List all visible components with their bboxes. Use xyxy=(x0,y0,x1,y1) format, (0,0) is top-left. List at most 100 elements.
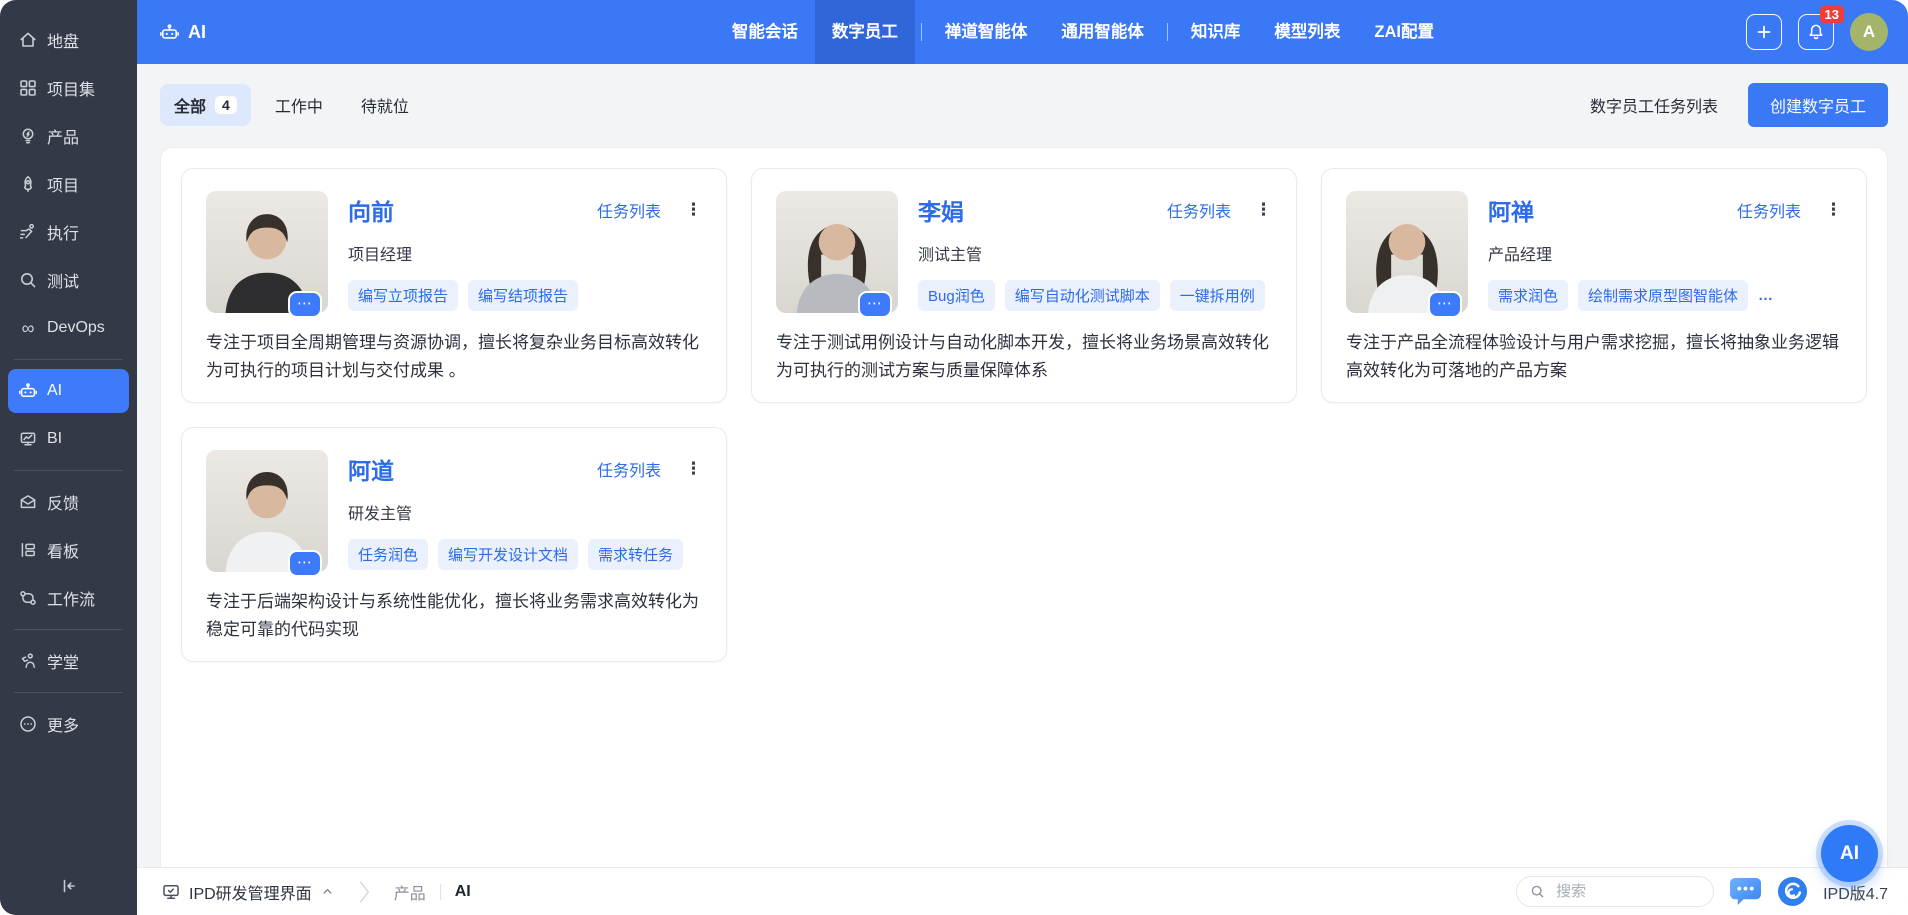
task-list-link[interactable]: 任务列表 xyxy=(597,198,661,222)
tab-knowledge-base[interactable]: 知识库 xyxy=(1174,0,1258,64)
skill-tag[interactable]: 编写结项报告 xyxy=(468,280,578,311)
sidebar-item-workflow[interactable]: 工作流 xyxy=(8,576,129,620)
ellipsis-circle-icon xyxy=(18,714,38,734)
task-list-link[interactable]: 任务列表 xyxy=(1167,198,1231,222)
workspace-switcher[interactable]: IPD研发管理界面 xyxy=(161,880,335,904)
scholar-icon xyxy=(18,651,38,671)
tab-digital-employee[interactable]: 数字员工 xyxy=(815,0,915,64)
breadcrumb-product[interactable]: 产品 xyxy=(394,880,426,904)
employee-avatar: ⋯ xyxy=(1346,191,1468,313)
filter-tab-working[interactable]: 工作中 xyxy=(261,84,337,126)
search-icon xyxy=(1529,883,1546,900)
nav-divider xyxy=(1167,23,1168,41)
task-list-link[interactable]: 任务列表 xyxy=(1737,198,1801,222)
filter-tab-all[interactable]: 全部 4 xyxy=(160,84,251,126)
skill-tag[interactable]: 任务润色 xyxy=(348,539,428,570)
skill-tag[interactable]: 编写立项报告 xyxy=(348,280,458,311)
sidebar-item-program[interactable]: 项目集 xyxy=(8,66,129,110)
skill-tag[interactable]: 需求润色 xyxy=(1488,280,1568,311)
employee-card: ⋯ 阿禅 任务列表 ⋮ 产品经理 需求润色 绘制需求原型图智能体 xyxy=(1321,168,1867,403)
chart-board-icon xyxy=(18,429,38,449)
filter-count-badge: 4 xyxy=(215,96,237,114)
notifications-button[interactable]: 13 xyxy=(1798,14,1834,50)
more-actions-icon[interactable]: ⋮ xyxy=(685,459,702,479)
employee-task-list-link[interactable]: 数字员工任务列表 xyxy=(1590,93,1718,117)
sidebar-item-bi[interactable]: BI xyxy=(8,417,129,461)
employee-avatar: ⋯ xyxy=(206,450,328,572)
sidebar-item-academy[interactable]: 学堂 xyxy=(8,639,129,683)
bell-icon xyxy=(1806,22,1826,42)
sidebar-divider xyxy=(14,692,123,693)
sidebar-divider xyxy=(14,470,123,471)
sidebar-item-ai[interactable]: AI xyxy=(8,369,129,413)
version-label: IPD版4.7 xyxy=(1823,880,1888,904)
top-nav: 智能会话 数字员工 禅道智能体 通用智能体 知识库 模型列表 ZAI配置 xyxy=(715,0,1451,64)
add-button[interactable] xyxy=(1746,14,1782,50)
tab-general-agent[interactable]: 通用智能体 xyxy=(1044,0,1161,64)
monitor-icon xyxy=(161,882,181,902)
user-avatar[interactable]: A xyxy=(1850,13,1888,51)
sidebar-item-testing[interactable]: 测试 xyxy=(8,258,129,302)
robot-icon xyxy=(159,22,180,43)
content-panel: ⋯ 向前 任务列表 ⋮ 项目经理 编写立项报告 编写结项报告 xyxy=(160,147,1888,867)
more-actions-icon[interactable]: ⋮ xyxy=(685,200,702,220)
employee-avatar: ⋯ xyxy=(776,191,898,313)
skill-tag[interactable]: 需求转任务 xyxy=(588,539,683,570)
sidebar-item-more[interactable]: 更多 xyxy=(8,702,129,746)
create-employee-button[interactable]: 创建数字员工 xyxy=(1748,83,1888,127)
sidebar-item-product[interactable]: 产品 xyxy=(8,114,129,158)
chat-bubble-icon[interactable]: ⋯ xyxy=(1428,291,1462,318)
top-header: AI 智能会话 数字员工 禅道智能体 通用智能体 知识库 模型列表 ZAI配置 xyxy=(137,0,1908,64)
search-input[interactable] xyxy=(1554,882,1701,901)
more-tags-indicator[interactable]: … xyxy=(1758,287,1773,304)
tab-zentao-agent[interactable]: 禅道智能体 xyxy=(928,0,1045,64)
sidebar-divider xyxy=(14,359,123,360)
skill-tags: 需求润色 绘制需求原型图智能体 … xyxy=(1488,280,1842,311)
ai-assistant-fab[interactable]: AI xyxy=(1821,825,1878,882)
notification-count-badge: 13 xyxy=(1820,6,1844,23)
sidebar-item-label: 项目 xyxy=(47,172,79,196)
employee-name: 李娟 xyxy=(918,193,964,227)
sidebar-item-project[interactable]: 项目 xyxy=(8,162,129,206)
filter-tab-standby[interactable]: 待就位 xyxy=(347,84,423,126)
sidebar-item-label: 工作流 xyxy=(47,586,95,610)
rocket-icon xyxy=(18,174,38,194)
lightbulb-icon xyxy=(18,126,38,146)
sidebar-item-feedback[interactable]: 反馈 xyxy=(8,480,129,524)
chat-bubble-icon[interactable]: ⋯ xyxy=(288,550,322,577)
skill-tag[interactable]: 一键拆用例 xyxy=(1170,280,1265,311)
status-bar-right: IPD版4.7 xyxy=(1516,876,1888,907)
tab-model-list[interactable]: 模型列表 xyxy=(1257,0,1357,64)
sidebar-divider xyxy=(14,629,123,630)
task-list-link[interactable]: 任务列表 xyxy=(597,457,661,481)
employee-card: ⋯ 向前 任务列表 ⋮ 项目经理 编写立项报告 编写结项报告 xyxy=(181,168,727,403)
breadcrumb-ai[interactable]: AI xyxy=(455,883,471,901)
skill-tag[interactable]: Bug润色 xyxy=(918,280,995,311)
skill-tag[interactable]: 编写自动化测试脚本 xyxy=(1005,280,1160,311)
nav-divider xyxy=(921,23,922,41)
skill-tag[interactable]: 编写开发设计文档 xyxy=(438,539,578,570)
skill-tag[interactable]: 绘制需求原型图智能体 xyxy=(1578,280,1748,311)
workspace-label: IPD研发管理界面 xyxy=(189,880,312,904)
more-actions-icon[interactable]: ⋮ xyxy=(1255,200,1272,220)
chat-bubble-icon[interactable]: ⋯ xyxy=(858,291,892,318)
search-box[interactable] xyxy=(1516,876,1714,907)
filter-tabs: 全部 4 工作中 待就位 xyxy=(160,84,423,126)
sidebar-item-home[interactable]: 地盘 xyxy=(8,18,129,62)
tab-zai-config[interactable]: ZAI配置 xyxy=(1357,0,1451,64)
runner-icon xyxy=(18,222,38,242)
sidebar-collapse-button[interactable] xyxy=(0,870,137,907)
breadcrumb-divider xyxy=(440,884,441,900)
tab-smart-chat[interactable]: 智能会话 xyxy=(715,0,815,64)
main-area: AI 智能会话 数字员工 禅道智能体 通用智能体 知识库 模型列表 ZAI配置 xyxy=(137,0,1908,915)
chat-bubble-icon[interactable]: ⋯ xyxy=(288,291,322,318)
sidebar-item-label: 更多 xyxy=(47,712,79,736)
sidebar-item-execution[interactable]: 执行 xyxy=(8,210,129,254)
status-bar: IPD研发管理界面 产品 AI IPD版4.7 xyxy=(137,867,1908,915)
feedback-chat-icon[interactable] xyxy=(1729,877,1762,906)
employee-description: 专注于产品全流程体验设计与用户需求挖掘，擅长将抽象业务逻辑高效转化为可落地的产品… xyxy=(1346,329,1842,384)
sidebar-item-devops[interactable]: ∞ DevOps xyxy=(8,306,129,350)
more-actions-icon[interactable]: ⋮ xyxy=(1825,200,1842,220)
employee-card-grid: ⋯ 向前 任务列表 ⋮ 项目经理 编写立项报告 编写结项报告 xyxy=(181,168,1867,662)
sidebar-item-kanban[interactable]: 看板 xyxy=(8,528,129,572)
